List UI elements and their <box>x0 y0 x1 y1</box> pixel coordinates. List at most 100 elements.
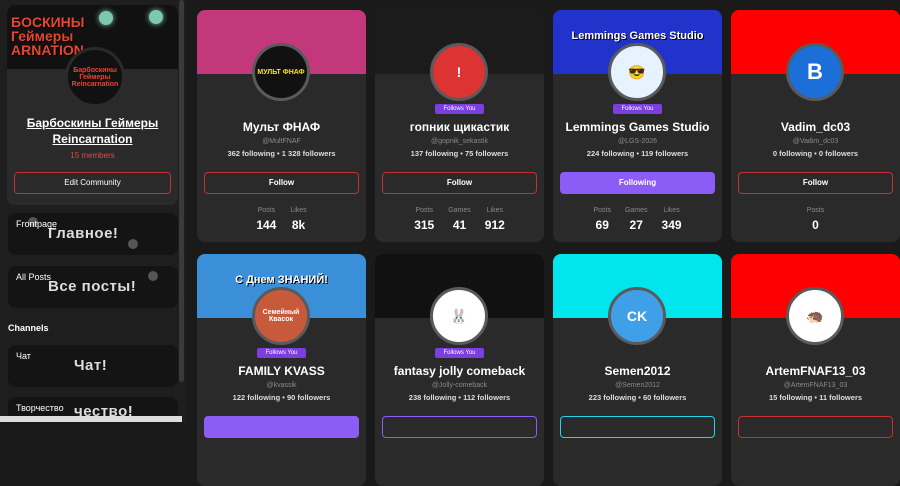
separator: • <box>636 393 643 402</box>
user-counts: 223 following • 60 followers <box>553 393 722 402</box>
followers-count[interactable]: 90 followers <box>287 393 330 402</box>
channel-chat[interactable]: Чат! Чат <box>8 345 178 387</box>
followers-count[interactable]: 60 followers <box>643 393 686 402</box>
community-banner-text: БОСКИНЫ Геймеры ARNATION <box>11 14 85 58</box>
separator: • <box>812 149 819 158</box>
stat-games: Games 27 <box>625 207 648 232</box>
stat-value: 0 <box>812 218 819 232</box>
user-card[interactable]: ! Follows You гопник щикастик @gopnik_sekas… <box>375 10 544 242</box>
follows-you-badge: Follows You <box>613 104 662 114</box>
following-count[interactable]: 223 following <box>589 393 637 402</box>
user-name[interactable]: FAMILY KVASS <box>197 364 366 378</box>
user-card[interactable]: 🦔 ArtemFNAF13_03 @ArtemFNAF13_03 15 followi… <box>731 254 900 486</box>
user-avatar[interactable]: 😎 <box>608 43 666 101</box>
nav-frontpage[interactable]: Главное! Frontpage <box>8 213 178 255</box>
following-count[interactable]: 238 following <box>409 393 457 402</box>
stat-posts: Posts 144 <box>256 207 276 232</box>
user-name[interactable]: гопник щикастик <box>375 120 544 134</box>
community-members[interactable]: 15 members <box>7 151 178 160</box>
user-banner-text: Lemmings Games Studio <box>571 30 704 42</box>
user-avatar[interactable]: B <box>786 43 844 101</box>
followers-count[interactable]: 0 followers <box>819 149 858 158</box>
follow-button[interactable]: Follow <box>204 172 359 194</box>
stat-label: Likes <box>486 207 503 214</box>
user-handle: @ArtemFNAF13_03 <box>783 382 848 389</box>
user-handle: @gopnik_sekastik <box>431 138 488 145</box>
user-avatar-text: МУЛЬТ ФНАФ <box>257 68 305 76</box>
user-stats: Posts 144 Likes 8k <box>197 207 366 232</box>
user-counts: 15 following • 11 followers <box>731 393 900 402</box>
stat-label: Posts <box>806 207 825 214</box>
user-avatar[interactable]: ! <box>430 43 488 101</box>
user-handle: @MultFNAF <box>262 138 301 145</box>
allposts-label: All Posts <box>16 272 52 282</box>
separator: • <box>280 393 287 402</box>
followers-count[interactable]: 112 followers <box>463 393 510 402</box>
user-card[interactable]: С Днем ЗНАНИЙ! Семейный Квасок Follows You… <box>197 254 366 486</box>
sidebar: БОСКИНЫ Геймеры ARNATION Барбоскины Гейм… <box>0 0 186 422</box>
community-avatar[interactable]: Барбоскины Геймеры Reincarnation <box>65 47 125 107</box>
stat-label: Games <box>624 207 648 214</box>
user-counts: 0 following • 0 followers <box>731 149 900 158</box>
user-name[interactable]: ArtemFNAF13_03 <box>731 364 900 378</box>
user-stats: Posts 315 Games 41 Likes 912 <box>375 207 544 232</box>
following-count[interactable]: 362 following <box>227 149 275 158</box>
user-card[interactable]: CK Semen2012 @Semen2012 223 following • 60 … <box>553 254 722 486</box>
user-name[interactable]: Мульт ФНАФ <box>197 120 366 134</box>
following-count[interactable]: 122 following <box>233 393 281 402</box>
user-name[interactable]: Vadim_dc03 <box>731 120 900 134</box>
stat-value: 349 <box>661 218 682 232</box>
followers-count[interactable]: 119 followers <box>641 149 688 158</box>
user-handle: @Semen2012 <box>615 382 660 389</box>
user-name[interactable]: Semen2012 <box>553 364 722 378</box>
follow-button[interactable] <box>560 416 715 438</box>
user-avatar[interactable]: МУЛЬТ ФНАФ <box>252 43 310 101</box>
edit-community-button[interactable]: Edit Community <box>14 172 171 194</box>
following-count[interactable]: 137 following <box>411 149 459 158</box>
nav-all-posts[interactable]: Все посты! All Posts <box>8 266 178 308</box>
community-card: БОСКИНЫ Геймеры ARNATION Барбоскины Гейм… <box>7 5 178 205</box>
follow-button[interactable] <box>204 416 359 438</box>
followers-count[interactable]: 75 followers <box>465 149 508 158</box>
stat-likes: Likes 912 <box>485 207 505 232</box>
stat-posts: Posts 315 <box>414 207 434 232</box>
stat-label: Posts <box>415 207 433 214</box>
stat-value: 8k <box>291 218 306 232</box>
following-count[interactable]: 15 following <box>769 393 812 402</box>
followers-count[interactable]: 11 followers <box>819 393 862 402</box>
follows-you-badge: Follows You <box>257 348 306 358</box>
user-name[interactable]: fantasy jolly comeback <box>375 364 544 378</box>
user-name[interactable]: Lemmings Games Studio <box>553 120 722 134</box>
user-card[interactable]: 🐰 Follows You fantasy jolly comeback @Jolly… <box>375 254 544 486</box>
frontpage-art-text: Главное! <box>48 225 119 242</box>
follow-button[interactable]: Following <box>560 172 715 194</box>
sidebar-scrollbar[interactable] <box>179 0 184 382</box>
user-avatar[interactable]: 🐰 <box>430 287 488 345</box>
user-avatar-text: Семейный Квасок <box>262 309 300 323</box>
stat-label: Likes <box>663 207 680 214</box>
user-handle: @kvassik <box>266 382 297 389</box>
follow-button[interactable] <box>382 416 537 438</box>
chat-art-text: Чат! <box>74 357 108 374</box>
user-avatar[interactable]: 🦔 <box>786 287 844 345</box>
user-handle: @LGS-2026 <box>617 138 658 145</box>
stat-value: 69 <box>595 218 609 232</box>
stat-posts: Posts 0 <box>807 207 825 232</box>
user-avatar-text: 😎 <box>628 63 646 80</box>
user-avatar[interactable]: CK <box>608 287 666 345</box>
following-count[interactable]: 224 following <box>587 149 635 158</box>
follow-button[interactable]: Follow <box>738 172 893 194</box>
separator: • <box>458 149 465 158</box>
follow-button[interactable]: Follow <box>382 172 537 194</box>
creative-label: Творчество <box>16 403 64 413</box>
user-avatar[interactable]: Семейный Квасок <box>252 287 310 345</box>
user-card[interactable]: B Vadim_dc03 @Vadim_dc03 0 following • 0 fo… <box>731 10 900 242</box>
followers-count[interactable]: 1 328 followers <box>282 149 336 158</box>
stat-posts: Posts 69 <box>593 207 611 232</box>
following-count[interactable]: 0 following <box>773 149 812 158</box>
follow-button[interactable] <box>738 416 893 438</box>
user-card[interactable]: МУЛЬТ ФНАФ Мульт ФНАФ @MultFNAF 362 followi… <box>197 10 366 242</box>
stat-label: Games <box>448 207 471 214</box>
user-card[interactable]: Lemmings Games Studio 😎 Follows You Lemming… <box>553 10 722 242</box>
community-title[interactable]: Барбоскины Геймеры Reincarnation <box>7 115 178 147</box>
